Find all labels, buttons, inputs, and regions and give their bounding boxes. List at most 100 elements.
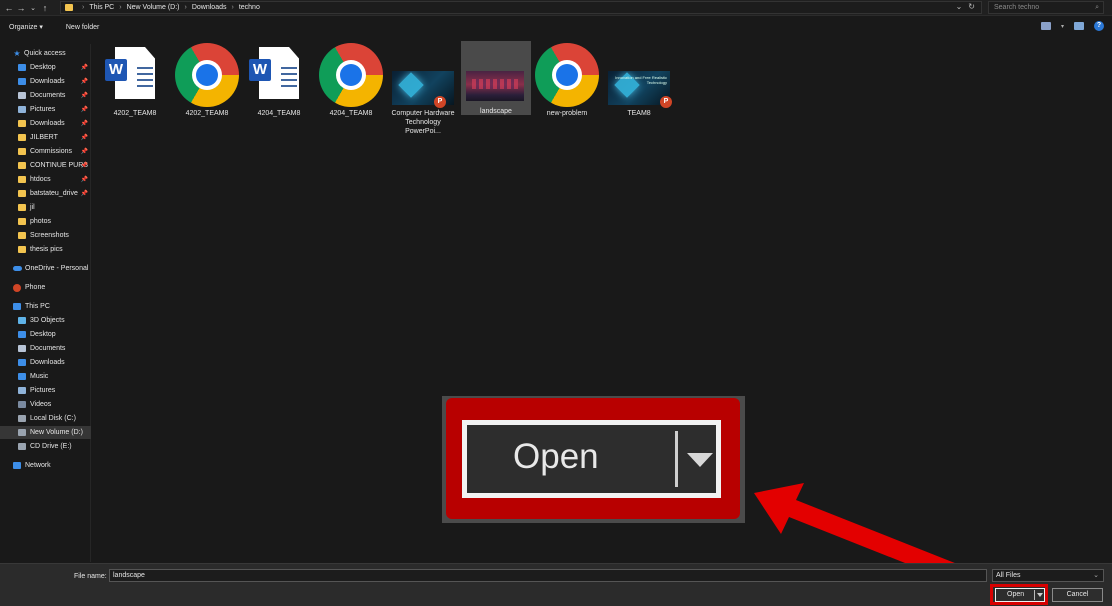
new-folder-button[interactable]: New folder bbox=[66, 24, 99, 31]
sidebar-item-label: batstateu_drive bbox=[30, 190, 78, 197]
sidebar-item-continue-purs[interactable]: CONTINUE PURS 📌 bbox=[0, 159, 91, 172]
help-icon[interactable]: ? bbox=[1094, 21, 1104, 31]
sidebar-item-thesis-pics[interactable]: thesis pics bbox=[0, 243, 91, 256]
file-item[interactable]: 4202_TEAM8 bbox=[172, 41, 242, 151]
sidebar-item-batstateu-drive[interactable]: batstateu_drive 📌 bbox=[0, 187, 91, 200]
chevron-right-icon: › bbox=[184, 4, 187, 11]
sidebar-item-pictures[interactable]: Pictures 📌 bbox=[0, 103, 91, 116]
sidebar-item-videos[interactable]: Videos bbox=[0, 398, 91, 411]
sidebar-item-cd-drive-e[interactable]: CD Drive (E:) bbox=[0, 440, 91, 453]
command-bar: Organize ▾ New folder ▾ ? bbox=[0, 17, 1112, 37]
file-item[interactable]: Innovation and Free Realistic Technology… bbox=[604, 41, 674, 151]
file-item[interactable]: P Computer Hardware Technology PowerPoi.… bbox=[388, 41, 458, 151]
pictures-icon bbox=[18, 387, 26, 394]
sidebar-item-label: thesis pics bbox=[30, 246, 63, 253]
star-icon: ★ bbox=[13, 49, 21, 58]
sidebar-onedrive[interactable]: OneDrive - Personal bbox=[0, 262, 91, 275]
file-type-select[interactable]: All Files ⌄ bbox=[992, 569, 1104, 582]
sidebar-item-local-disk-c[interactable]: Local Disk (C:) bbox=[0, 412, 91, 425]
sidebar-item-htdocs[interactable]: htdocs 📌 bbox=[0, 173, 91, 186]
word-badge-icon: W bbox=[249, 59, 271, 81]
sidebar-item-label: This PC bbox=[25, 303, 50, 310]
file-name-input[interactable]: landscape bbox=[109, 569, 987, 582]
sidebar-item-commissions[interactable]: Commissions 📌 bbox=[0, 145, 91, 158]
forward-arrow-icon[interactable]: → bbox=[15, 1, 27, 15]
preview-pane-icon[interactable] bbox=[1074, 22, 1084, 30]
view-dropdown-icon[interactable]: ▾ bbox=[1061, 23, 1064, 30]
refresh-icon[interactable]: ↻ bbox=[968, 2, 975, 11]
sidebar-this-pc[interactable]: This PC bbox=[0, 300, 91, 313]
sidebar-item-label: JILBERT bbox=[30, 134, 58, 141]
sidebar-item-label: Downloads bbox=[30, 78, 65, 85]
sidebar-item-new-volume-d[interactable]: New Volume (D:) bbox=[0, 426, 91, 439]
search-input[interactable]: Search techno ⌕ bbox=[988, 1, 1104, 14]
cd-drive-icon bbox=[18, 443, 26, 450]
breadcrumb-techno[interactable]: techno bbox=[239, 4, 260, 11]
sidebar-item-pc-pictures[interactable]: Pictures bbox=[0, 384, 91, 397]
back-arrow-icon[interactable]: ← bbox=[3, 1, 15, 15]
phone-icon bbox=[13, 283, 21, 292]
address-field[interactable]: › This PC › New Volume (D:) › Downloads … bbox=[60, 1, 982, 14]
sidebar-item-documents[interactable]: Documents 📌 bbox=[0, 89, 91, 102]
organize-button[interactable]: Organize ▾ bbox=[9, 23, 43, 31]
sidebar-item-label: Pictures bbox=[30, 387, 56, 394]
video-icon bbox=[18, 401, 26, 408]
up-arrow-icon[interactable]: ↑ bbox=[39, 1, 51, 15]
sidebar-item-label: Downloads bbox=[30, 120, 65, 127]
sidebar-item-label: jil bbox=[30, 204, 35, 211]
sidebar-item-label: Commissions bbox=[30, 148, 73, 155]
sidebar-item-label: Quick access bbox=[24, 50, 66, 57]
address-bar: ← → ⌄ ↑ › This PC › New Volume (D:) › Do… bbox=[0, 0, 1112, 16]
file-name: TEAM8 bbox=[627, 110, 651, 117]
powerpoint-badge-icon: P bbox=[434, 96, 446, 108]
sidebar-item-screenshots[interactable]: Screenshots bbox=[0, 229, 91, 242]
search-icon: ⌕ bbox=[1095, 3, 1099, 11]
sidebar-item-desktop[interactable]: Desktop 📌 bbox=[0, 61, 91, 74]
breadcrumb-this-pc[interactable]: This PC bbox=[89, 4, 114, 11]
pin-icon: 📌 bbox=[80, 149, 88, 155]
image-thumbnail bbox=[466, 71, 524, 101]
sidebar-item-3d-objects[interactable]: 3D Objects bbox=[0, 314, 91, 327]
breadcrumb-downloads[interactable]: Downloads bbox=[192, 4, 227, 11]
zoom-divider bbox=[675, 431, 678, 487]
sidebar-item-pc-documents[interactable]: Documents bbox=[0, 342, 91, 355]
sidebar-item-music[interactable]: Music bbox=[0, 370, 91, 383]
folder-icon bbox=[18, 120, 26, 127]
sidebar-item-downloads-2[interactable]: Downloads 📌 bbox=[0, 117, 91, 130]
desktop-icon bbox=[18, 331, 26, 338]
sidebar-item-jilbert[interactable]: JILBERT 📌 bbox=[0, 131, 91, 144]
sidebar-phone[interactable]: Phone bbox=[0, 281, 91, 294]
open-dropdown-arrow-icon[interactable] bbox=[1037, 593, 1043, 597]
folder-icon bbox=[18, 148, 26, 155]
file-item[interactable]: W 4202_TEAM8 bbox=[100, 41, 170, 151]
sidebar-quick-access[interactable]: ★ Quick access bbox=[0, 47, 91, 60]
file-name-label: File name: bbox=[74, 573, 107, 580]
file-item[interactable]: W 4204_TEAM8 bbox=[244, 41, 314, 151]
sidebar-item-downloads[interactable]: Downloads 📌 bbox=[0, 75, 91, 88]
zoom-open-button: Open bbox=[462, 420, 721, 498]
file-name: 4202_TEAM8 bbox=[113, 110, 157, 117]
recent-locations-chevron-icon[interactable]: ⌄ bbox=[27, 1, 39, 15]
sidebar-item-photos[interactable]: photos bbox=[0, 215, 91, 228]
sidebar-item-label: Music bbox=[30, 373, 49, 380]
view-options-icon[interactable] bbox=[1040, 22, 1051, 30]
sidebar-item-jil[interactable]: jil bbox=[0, 201, 91, 214]
chevron-right-icon: › bbox=[119, 4, 122, 11]
sidebar-item-pc-desktop[interactable]: Desktop bbox=[0, 328, 91, 341]
open-button[interactable]: Open bbox=[995, 588, 1045, 602]
chevron-right-icon: › bbox=[82, 4, 85, 11]
word-badge-icon: W bbox=[105, 59, 127, 81]
file-item[interactable]: 4204_TEAM8 bbox=[316, 41, 386, 151]
breadcrumb-new-volume[interactable]: New Volume (D:) bbox=[127, 4, 180, 11]
file-name: 4204_TEAM8 bbox=[257, 110, 301, 117]
sidebar-item-pc-downloads[interactable]: Downloads bbox=[0, 356, 91, 369]
navigation-pane: ★ Quick access Desktop 📌 Downloads 📌 Docum… bbox=[0, 44, 91, 562]
cancel-button[interactable]: Cancel bbox=[1052, 588, 1103, 602]
open-split-divider bbox=[1034, 590, 1035, 600]
sidebar-item-label: Network bbox=[25, 462, 51, 469]
sidebar-network[interactable]: Network bbox=[0, 459, 91, 472]
file-item[interactable]: new-problem bbox=[532, 41, 602, 151]
folder-icon bbox=[18, 162, 26, 169]
file-item-selected[interactable]: landscape bbox=[461, 41, 531, 115]
address-dropdown-icon[interactable]: ⌄ bbox=[956, 2, 963, 11]
